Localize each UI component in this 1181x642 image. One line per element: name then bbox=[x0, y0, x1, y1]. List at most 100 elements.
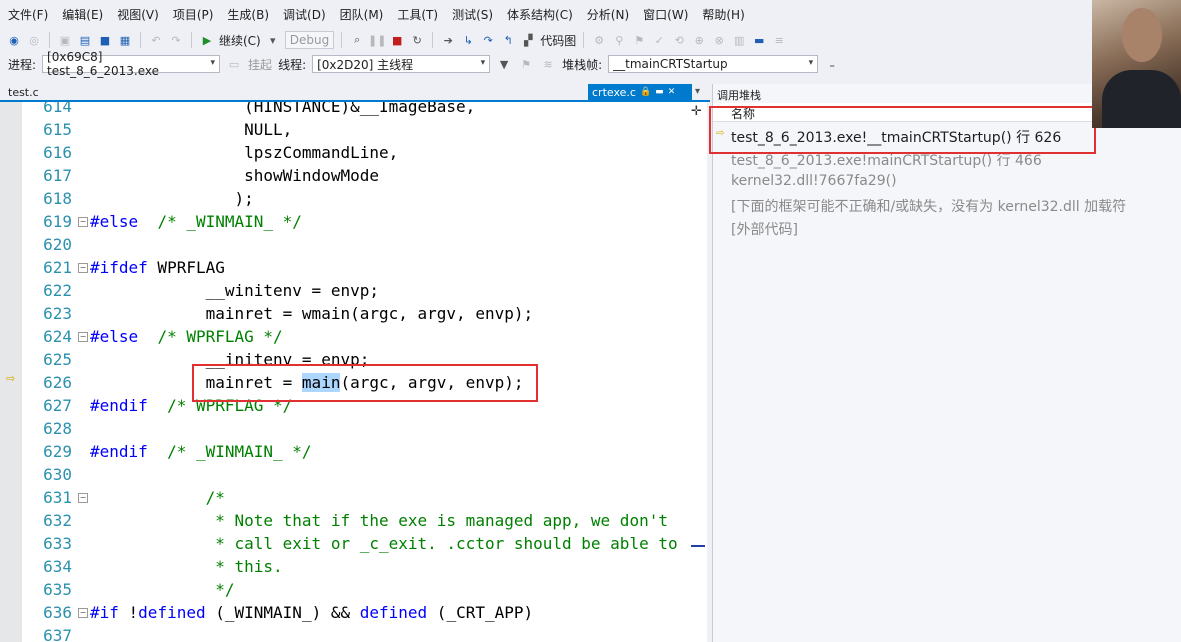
fold-toggle-icon[interactable]: − bbox=[78, 608, 88, 618]
stop-icon[interactable]: ■ bbox=[389, 32, 405, 48]
process-combo[interactable]: [0x69C8] test_8_6_2013.exe ▾ bbox=[42, 50, 221, 78]
toolbar-tool-icon[interactable]: ⊗ bbox=[711, 32, 727, 48]
toolbar-tool-icon[interactable]: ⚲ bbox=[611, 32, 627, 48]
code-line[interactable]: 619 #else /* _WINMAIN_ */− bbox=[0, 210, 707, 233]
tab-crtexe-c[interactable]: crtexe.c 🔒 ▬ ✕ bbox=[588, 84, 692, 100]
pin-icon[interactable]: ▬ bbox=[655, 87, 664, 97]
menu-item[interactable]: 帮助(H) bbox=[702, 6, 744, 23]
code-line[interactable]: 622 __winitenv = envp; bbox=[0, 279, 707, 302]
toolbar-tool-icon[interactable]: ▬ bbox=[751, 32, 767, 48]
menu-item[interactable]: 体系结构(C) bbox=[507, 6, 573, 23]
menu-item[interactable]: 编辑(E) bbox=[62, 6, 103, 23]
fold-toggle-icon[interactable]: − bbox=[78, 493, 88, 503]
code-line[interactable]: 628 bbox=[0, 417, 707, 440]
new-project-icon[interactable]: ▣ bbox=[57, 32, 73, 48]
chevron-down-icon[interactable]: ▾ bbox=[265, 32, 281, 48]
find-icon[interactable]: ⌕ bbox=[349, 32, 365, 48]
stackframe-combo[interactable]: __tmainCRTStartup ▾ bbox=[608, 55, 819, 73]
code-line[interactable]: 636 #if !defined (_WINMAIN_) && defined (… bbox=[0, 601, 707, 624]
code-text: ); bbox=[90, 187, 253, 210]
toolbar-overflow-icon[interactable]: ₌ bbox=[824, 56, 840, 72]
toolbar-tool-icon[interactable]: ⚙ bbox=[591, 32, 607, 48]
step-out-icon[interactable]: ↰ bbox=[500, 32, 516, 48]
flag-icon[interactable]: ⚑ bbox=[518, 56, 534, 72]
menu-item[interactable]: 窗口(W) bbox=[643, 6, 688, 23]
pause-icon[interactable]: ❚❚ bbox=[368, 32, 386, 48]
toolbar-tool-icon[interactable]: ⟲ bbox=[671, 32, 687, 48]
toolbar-tool-icon[interactable]: ⊕ bbox=[691, 32, 707, 48]
code-line[interactable]: 634 * this. bbox=[0, 555, 707, 578]
editor-vertical-scrollbar[interactable] bbox=[689, 102, 707, 642]
continue-icon[interactable]: ▶ bbox=[199, 32, 215, 48]
step-into-icon[interactable]: ↳ bbox=[460, 32, 476, 48]
toolbar-separator bbox=[432, 32, 434, 48]
menu-item[interactable]: 文件(F) bbox=[8, 6, 48, 23]
line-number: 614 bbox=[43, 102, 72, 116]
menu-item[interactable]: 调试(D) bbox=[283, 6, 326, 23]
split-window-icon[interactable]: ✛ bbox=[691, 104, 702, 119]
restart-icon[interactable]: ↻ bbox=[409, 32, 425, 48]
menu-item[interactable]: 团队(M) bbox=[340, 6, 384, 23]
save-all-icon[interactable]: ▦ bbox=[117, 32, 133, 48]
toolbar-tool-icon[interactable]: ≡ bbox=[771, 32, 787, 48]
call-stack-row[interactable]: [外部代码] bbox=[731, 219, 798, 239]
call-stack-row[interactable]: [下面的框架可能不正确和/或缺失，没有为 kernel32.dll 加载符 bbox=[731, 196, 1126, 216]
code-line[interactable]: 618 ); bbox=[0, 187, 707, 210]
toolbar-separator bbox=[583, 32, 585, 48]
code-line[interactable]: 615 NULL, bbox=[0, 118, 707, 141]
code-line[interactable]: 621 #ifdef WPRFLAG − bbox=[0, 256, 707, 279]
code-line[interactable]: 629 #endif /* _WINMAIN_ */ bbox=[0, 440, 707, 463]
line-number: 615 bbox=[43, 120, 72, 139]
code-map-button[interactable]: 代码图 bbox=[540, 32, 576, 49]
chevron-down-icon[interactable]: ▾ bbox=[695, 86, 700, 97]
menu-bar: 文件(F) 编辑(E) 视图(V) 项目(P) 生成(B) 调试(D) 团队(M) 工具(T)… bbox=[0, 0, 1181, 28]
code-map-icon[interactable]: ▞ bbox=[520, 32, 536, 48]
menu-item[interactable]: 分析(N) bbox=[587, 6, 629, 23]
menu-item[interactable]: 项目(P) bbox=[173, 6, 214, 23]
code-line[interactable]: 633 * call exit or _c_exit. .cctor shoul… bbox=[0, 532, 707, 555]
filter-icon[interactable]: ▼ bbox=[496, 56, 512, 72]
toolbar-tool-icon[interactable]: ⚑ bbox=[631, 32, 647, 48]
process-combo-value: [0x69C8] test_8_6_2013.exe bbox=[47, 50, 160, 78]
code-line[interactable]: 616 lpszCommandLine, bbox=[0, 141, 707, 164]
menu-item[interactable]: 工具(T) bbox=[397, 6, 438, 23]
undo-icon[interactable]: ↶ bbox=[148, 32, 164, 48]
navigate-back-icon[interactable]: ◉ bbox=[6, 32, 22, 48]
code-line[interactable]: 630 bbox=[0, 463, 707, 486]
fold-toggle-icon[interactable]: − bbox=[78, 263, 88, 273]
continue-button[interactable]: 继续(C) bbox=[219, 32, 261, 49]
code-line[interactable]: 620 bbox=[0, 233, 707, 256]
toolbar-tool-icon[interactable]: ▥ bbox=[731, 32, 747, 48]
menu-item[interactable]: 测试(S) bbox=[452, 6, 493, 23]
menu-item[interactable]: 生成(B) bbox=[227, 6, 269, 23]
save-icon[interactable]: ■ bbox=[97, 32, 113, 48]
open-file-icon[interactable]: ▤ bbox=[77, 32, 93, 48]
step-over-icon[interactable]: ↷ bbox=[480, 32, 496, 48]
redo-icon[interactable]: ↷ bbox=[168, 32, 184, 48]
suspend-icon[interactable]: ▭ bbox=[226, 56, 242, 72]
code-line[interactable]: 635 */ bbox=[0, 578, 707, 601]
show-next-statement-icon[interactable]: ➔ bbox=[440, 32, 456, 48]
suspend-button[interactable]: 挂起 bbox=[248, 56, 272, 73]
code-line[interactable]: 637 bbox=[0, 624, 707, 642]
tab-test-c[interactable]: test.c bbox=[8, 86, 39, 99]
call-stack-row[interactable]: kernel32.dll!7667fa29() bbox=[731, 173, 897, 189]
solution-config-combo[interactable]: Debug bbox=[284, 31, 335, 49]
collapse-icon[interactable]: ≋ bbox=[540, 56, 556, 72]
code-line[interactable]: 623 mainret = wmain(argc, argv, envp); bbox=[0, 302, 707, 325]
code-line[interactable]: 624 #else /* WPRFLAG */− bbox=[0, 325, 707, 348]
fold-toggle-icon[interactable]: − bbox=[78, 217, 88, 227]
thread-combo[interactable]: [0x2D20] 主线程 ▾ bbox=[312, 55, 491, 73]
code-line[interactable]: 617 showWindowMode bbox=[0, 164, 707, 187]
code-line[interactable]: 632 * Note that if the exe is managed ap… bbox=[0, 509, 707, 532]
fold-toggle-icon[interactable]: − bbox=[78, 332, 88, 342]
code-token: defined bbox=[138, 603, 206, 622]
code-line[interactable]: 631 /* − bbox=[0, 486, 707, 509]
toolbar-tool-icon[interactable]: ✓ bbox=[651, 32, 667, 48]
close-icon[interactable]: ✕ bbox=[668, 87, 676, 97]
code-line[interactable]: 614 (HINSTANCE)&__ImageBase, bbox=[0, 102, 707, 118]
navigate-forward-icon[interactable]: ◎ bbox=[26, 32, 42, 48]
code-token: /* bbox=[90, 488, 225, 507]
menu-item[interactable]: 视图(V) bbox=[117, 6, 159, 23]
code-editor[interactable]: 614 (HINSTANCE)&__ImageBase, 615 NULL, 616… bbox=[0, 102, 707, 642]
